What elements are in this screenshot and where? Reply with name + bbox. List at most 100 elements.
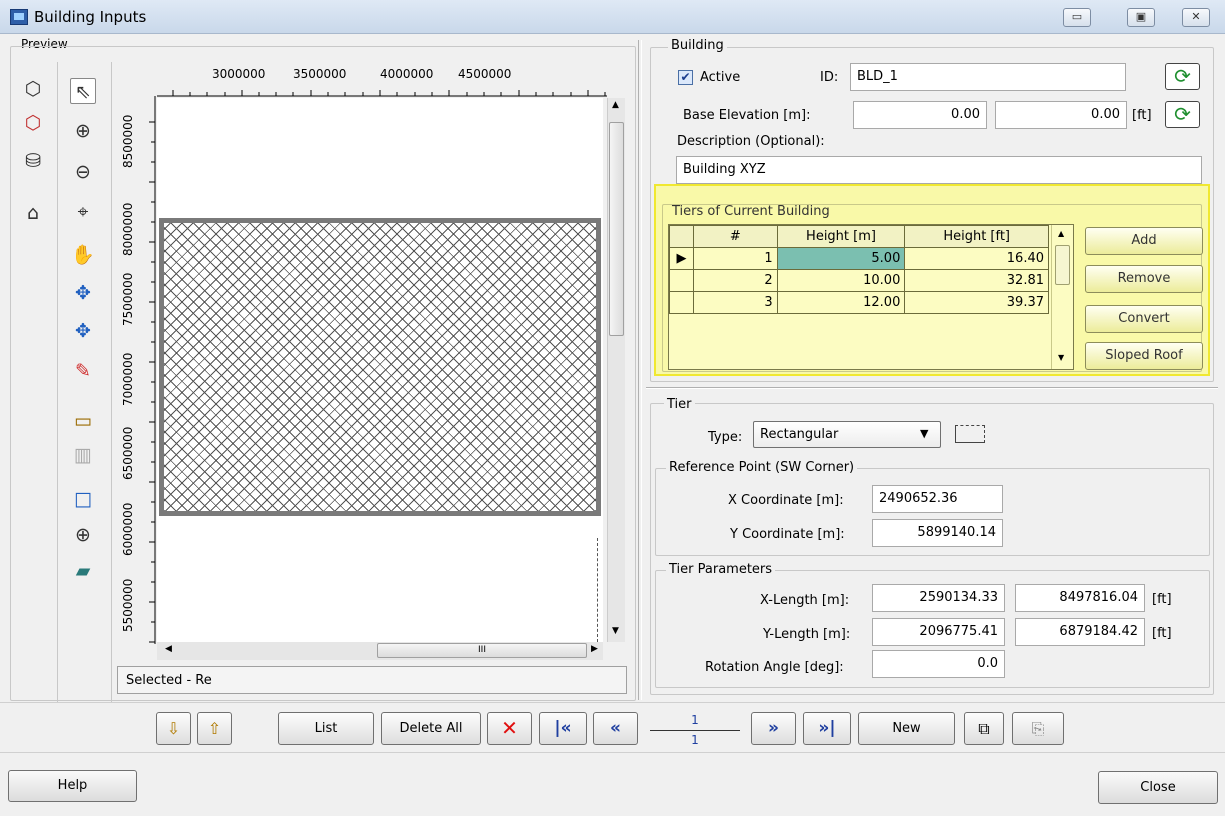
rotation-label: Rotation Angle [deg]:: [705, 660, 844, 675]
rotation-input[interactable]: 0.0: [872, 650, 1005, 678]
x-coordinate-input[interactable]: 2490652.36: [872, 485, 1003, 513]
close-button[interactable]: Close: [1098, 771, 1218, 804]
add-tier-button[interactable]: Add: [1085, 227, 1203, 255]
tier-height-ft[interactable]: 32.81: [904, 269, 1049, 292]
close-window-button[interactable]: ✕: [1182, 8, 1210, 27]
tier-number: 3: [692, 291, 778, 314]
building-disabled-icon: ▥: [74, 444, 92, 466]
tier-height-m[interactable]: 10.00: [776, 269, 906, 292]
grid-scroll-down-icon[interactable]: ▼: [1058, 353, 1064, 362]
minimize-button[interactable]: ▭: [1063, 8, 1091, 27]
y-tick: 7000000: [121, 352, 135, 406]
base-elev-ft-input[interactable]: 0.00: [995, 101, 1127, 129]
horizontal-scroll-thumb[interactable]: III: [377, 643, 587, 658]
previous-record-icon[interactable]: «: [593, 712, 638, 745]
delete-icon[interactable]: ✕: [487, 712, 532, 745]
ruler-icon[interactable]: ▭: [70, 408, 96, 434]
center-icon[interactable]: ⌖: [70, 199, 96, 225]
active-checkbox[interactable]: ✔: [678, 70, 693, 85]
refresh-elevation-icon[interactable]: ⟳: [1165, 101, 1200, 128]
scroll-up-icon[interactable]: ▲: [612, 100, 619, 110]
y-tick: 7500000: [121, 272, 135, 326]
y-length-ft-input[interactable]: 6879184.42: [1015, 618, 1145, 646]
paste-icon: ⎘: [1012, 712, 1064, 745]
x-length-ft-input[interactable]: 8497816.04: [1015, 584, 1145, 612]
type-label: Type:: [708, 430, 743, 445]
table-row[interactable]: 3 12.00 39.37: [669, 291, 1049, 314]
remove-tier-button[interactable]: Remove: [1085, 265, 1203, 293]
drawing-area[interactable]: [157, 98, 603, 642]
globe-icon[interactable]: ⊕: [70, 522, 96, 548]
fit-all-icon[interactable]: ✥: [70, 280, 96, 306]
convert-button[interactable]: Convert: [1085, 305, 1203, 333]
first-record-icon[interactable]: |«: [539, 712, 587, 745]
splitter[interactable]: [638, 40, 642, 700]
col-header-height-ft: Height [ft]: [904, 225, 1049, 248]
zoom-in-icon[interactable]: ⊕: [70, 118, 96, 144]
grid-corner: [669, 225, 694, 248]
delete-all-button[interactable]: Delete All: [381, 712, 481, 745]
description-input[interactable]: Building XYZ: [676, 156, 1202, 184]
col-header-number: #: [692, 225, 778, 248]
page-current: 1: [691, 713, 699, 727]
scroll-left-icon[interactable]: ◀: [165, 644, 172, 654]
grid-scroll-up-icon[interactable]: ▲: [1058, 229, 1064, 238]
rectangle-select-icon[interactable]: □: [70, 486, 96, 512]
maximize-button[interactable]: ▣: [1127, 8, 1155, 27]
horizontal-scrollbar[interactable]: ◀ III ▶: [157, 642, 603, 660]
sloped-roof-button[interactable]: Sloped Roof: [1085, 342, 1203, 370]
copy-icon[interactable]: ⧉: [964, 712, 1004, 745]
new-button[interactable]: New: [858, 712, 955, 745]
table-row[interactable]: 2 10.00 32.81: [669, 269, 1049, 292]
tier-height-ft[interactable]: 39.37: [904, 291, 1049, 314]
x-coordinate-label: X Coordinate [m]:: [728, 493, 844, 508]
type-select[interactable]: Rectangular ▼: [753, 421, 941, 448]
building-footprint[interactable]: [159, 218, 601, 516]
box-icon[interactable]: ⬡: [20, 76, 46, 102]
y-tick: 8500000: [121, 114, 135, 168]
box-edit-icon[interactable]: ⬡: [20, 110, 46, 136]
base-elev-m-input[interactable]: 0.00: [853, 101, 987, 129]
y-coordinate-label: Y Coordinate [m]:: [730, 527, 845, 542]
scroll-down-icon[interactable]: ▼: [612, 626, 619, 636]
cylinder-icon[interactable]: ⛁: [20, 148, 46, 174]
pointer-icon[interactable]: ⇖: [70, 78, 96, 104]
pan-hand-icon[interactable]: ✋: [70, 242, 96, 268]
tier-height-m[interactable]: 12.00: [776, 291, 906, 314]
table-row[interactable]: ▶ 1 5.00 16.40: [669, 247, 1049, 270]
eraser-icon[interactable]: ✎: [70, 358, 96, 384]
footer-divider: [0, 752, 1225, 753]
vertical-scroll-thumb[interactable]: [609, 122, 624, 336]
tier-height-ft[interactable]: 16.40: [904, 247, 1049, 270]
tiers-grid[interactable]: # Height [m] Height [ft] ▶ 1 5.00 16.40 …: [668, 224, 1074, 370]
next-record-icon[interactable]: »: [751, 712, 796, 745]
window-title: Building Inputs: [34, 8, 147, 26]
tier-number: 2: [692, 269, 778, 292]
horizontal-splitter[interactable]: [646, 387, 1218, 389]
tier-height-m[interactable]: 5.00: [776, 247, 906, 270]
refresh-id-icon[interactable]: ⟳: [1165, 63, 1200, 90]
last-record-icon[interactable]: »|: [803, 712, 851, 745]
grid-scroll-thumb[interactable]: [1055, 245, 1070, 285]
y-length-ft-unit: [ft]: [1152, 626, 1172, 641]
page-total: 1: [691, 733, 699, 747]
scroll-right-icon[interactable]: ▶: [591, 644, 598, 654]
grid-scrollbar[interactable]: ▲ ▼: [1051, 225, 1073, 369]
id-input[interactable]: BLD_1: [850, 63, 1126, 91]
y-coordinate-input[interactable]: 5899140.14: [872, 519, 1003, 547]
building-group-icon[interactable]: ⌂: [20, 200, 46, 226]
fit-selected-icon[interactable]: ✥: [70, 318, 96, 344]
list-button[interactable]: List: [278, 712, 374, 745]
layer-icon[interactable]: ▰: [70, 558, 96, 584]
vertical-scrollbar[interactable]: ▲ ▼: [607, 98, 625, 642]
zoom-out-icon[interactable]: ⊖: [70, 159, 96, 185]
y-length-m-input[interactable]: 2096775.41: [872, 618, 1005, 646]
help-button[interactable]: Help: [8, 770, 137, 802]
preview-canvas-area: 3000000 3500000 4000000 4500000 8500000 …: [115, 62, 633, 698]
export-icon[interactable]: ⇧: [197, 712, 232, 745]
import-icon[interactable]: ⇩: [156, 712, 191, 745]
y-tick: 5500000: [121, 578, 135, 632]
x-length-m-input[interactable]: 2590134.33: [872, 584, 1005, 612]
description-label: Description (Optional):: [677, 134, 825, 149]
id-label: ID:: [820, 70, 839, 85]
